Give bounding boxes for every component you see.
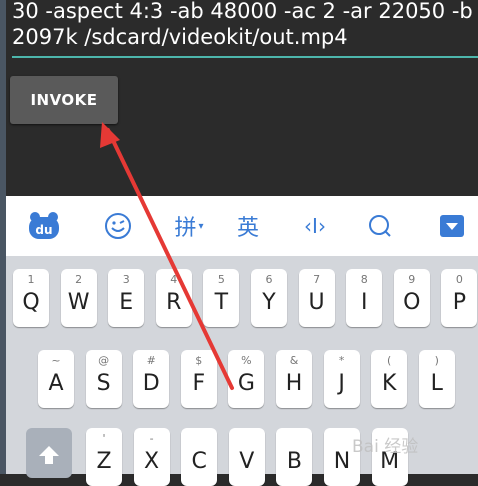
key-hint: # xyxy=(146,354,156,367)
key-f[interactable]: $ F xyxy=(180,350,217,408)
ime-toolbar: du 拼 ▾ 英 ‹I› xyxy=(6,196,478,256)
key-hint: ' xyxy=(102,432,106,445)
key-w[interactable]: 2W xyxy=(60,269,97,327)
emoji-icon[interactable] xyxy=(98,196,138,256)
key-o[interactable]: 9O xyxy=(393,269,430,327)
key-d[interactable]: # D xyxy=(133,350,170,408)
key-hint: & xyxy=(289,354,299,367)
key-label: D xyxy=(142,371,160,396)
baidu-watermark: Bai 经验 xyxy=(352,424,478,464)
key-t[interactable]: 5T xyxy=(203,269,240,327)
key-s[interactable]: @ S xyxy=(85,350,122,408)
pinyin-mode-button[interactable]: 拼 ▾ xyxy=(166,196,212,256)
key-g[interactable]: % G xyxy=(228,350,265,408)
key-label: H xyxy=(285,371,303,396)
key-label: E xyxy=(119,290,134,315)
key-label: F xyxy=(192,371,206,396)
shift-arrow-icon xyxy=(39,446,59,464)
key-l[interactable]: ) L xyxy=(418,350,455,408)
key-hint: 6 xyxy=(265,273,273,286)
english-mode-button[interactable]: 英 xyxy=(228,196,268,256)
key-q[interactable]: 1Q xyxy=(13,269,49,327)
hide-keyboard-icon[interactable] xyxy=(434,196,470,256)
key-hint: 9 xyxy=(408,273,416,286)
key-label: B xyxy=(286,449,302,474)
key-hint: * xyxy=(338,354,345,367)
key-p[interactable]: 0P xyxy=(441,269,478,327)
shift-key[interactable] xyxy=(26,428,72,478)
search-icon[interactable] xyxy=(360,196,400,256)
key-label: W xyxy=(67,290,90,315)
key-y[interactable]: 6Y xyxy=(251,269,287,327)
key-hint: 4 xyxy=(170,273,178,286)
key-label: I xyxy=(360,290,368,315)
key-k[interactable]: (K xyxy=(371,350,408,408)
key-hint: ( xyxy=(387,354,392,367)
key-label: V xyxy=(239,449,255,474)
key-label: X xyxy=(144,449,160,474)
command-input[interactable]: 30 -aspect 4:3 -ab 48000 -ac 2 -ar 22050… xyxy=(12,0,478,50)
key-label: P xyxy=(452,290,467,315)
cursor-move-icon[interactable]: ‹I› xyxy=(292,196,338,256)
key-label: O xyxy=(403,290,421,315)
dropdown-triangle-icon: ▾ xyxy=(198,220,204,232)
key-hint: 2 xyxy=(75,273,83,286)
key-c[interactable]: C xyxy=(181,428,218,486)
key-label: Z xyxy=(96,449,112,474)
key-x[interactable]: -X xyxy=(133,428,170,486)
key-label: U xyxy=(308,290,325,315)
key-label: S xyxy=(96,371,111,396)
key-hint: ) xyxy=(434,354,439,367)
english-label: 英 xyxy=(236,216,259,241)
key-hint: 8 xyxy=(360,273,368,286)
key-hint: 5 xyxy=(217,273,225,286)
key-hint: - xyxy=(149,432,154,445)
key-label: Y xyxy=(262,290,276,315)
annotation-arrow-head xyxy=(100,122,120,148)
cursor-label: ‹I› xyxy=(304,214,326,238)
key-hint: $ xyxy=(195,354,203,367)
key-z[interactable]: ' Z xyxy=(86,428,122,486)
key-hint: ~ xyxy=(51,354,61,367)
du-logo-text: du xyxy=(35,223,52,237)
key-label: L xyxy=(430,371,443,396)
key-hint: 3 xyxy=(122,273,130,286)
key-hint: 7 xyxy=(313,273,321,286)
key-label: G xyxy=(237,371,255,396)
key-e[interactable]: 3E xyxy=(108,269,145,327)
key-label: K xyxy=(381,371,397,396)
key-label: J xyxy=(338,371,345,396)
command-input-underline xyxy=(12,56,478,58)
key-label: A xyxy=(48,371,64,396)
key-label: T xyxy=(214,290,229,315)
key-v[interactable]: V xyxy=(228,428,265,486)
key-a[interactable]: ~ A xyxy=(38,350,74,408)
key-hint: 1 xyxy=(27,273,35,286)
key-hint: @ xyxy=(98,354,110,367)
invoke-button[interactable]: INVOKE xyxy=(10,76,118,124)
du-logo-icon[interactable]: du xyxy=(24,196,64,256)
pinyin-label: 拼 xyxy=(174,216,197,241)
key-hint: 0 xyxy=(455,273,463,286)
key-u[interactable]: 7U xyxy=(298,269,335,327)
key-h[interactable]: & H xyxy=(276,350,312,408)
key-i[interactable]: 8I xyxy=(346,269,383,327)
key-j[interactable]: * J xyxy=(323,350,360,408)
key-r[interactable]: 4R xyxy=(155,269,192,327)
key-label: R xyxy=(166,290,182,315)
key-label: C xyxy=(191,449,207,474)
key-label: Q xyxy=(22,290,40,315)
key-hint: % xyxy=(241,354,252,367)
watermark-text: Bai 经验 xyxy=(352,436,419,457)
key-b[interactable]: B xyxy=(276,428,313,486)
